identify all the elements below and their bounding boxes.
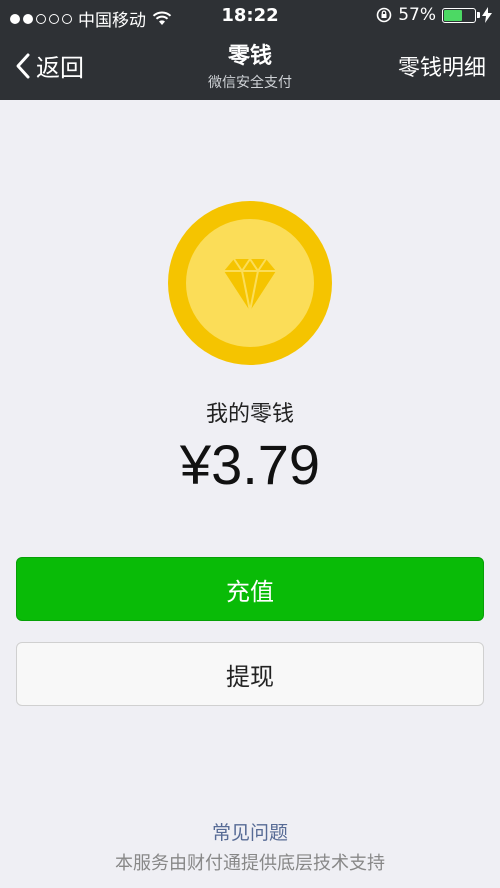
- battery-icon: [442, 7, 480, 23]
- transaction-details-button[interactable]: 零钱明细: [398, 50, 486, 82]
- top-bar: 中国移动 18:22 57% 返回 零钱 微信安全支付 零钱明细: [0, 0, 500, 100]
- status-right: 57%: [376, 5, 492, 25]
- topup-button[interactable]: 充值: [16, 557, 484, 621]
- diamond-icon: [224, 257, 276, 312]
- status-bar: 中国移动 18:22 57%: [0, 0, 500, 32]
- withdraw-button[interactable]: 提现: [16, 642, 484, 706]
- battery-percent: 57%: [398, 5, 436, 25]
- balance-amount: ¥3.79: [179, 433, 321, 496]
- rotation-lock-icon: [376, 7, 392, 23]
- faq-link[interactable]: 常见问题: [0, 818, 500, 845]
- balance-label: 我的零钱: [205, 402, 294, 427]
- charging-icon: [482, 7, 492, 23]
- support-text: 本服务由财付通提供底层技术支持: [115, 853, 385, 874]
- coin-icon: [168, 201, 332, 365]
- navigation-bar: 返回 零钱 微信安全支付 零钱明细: [0, 32, 500, 100]
